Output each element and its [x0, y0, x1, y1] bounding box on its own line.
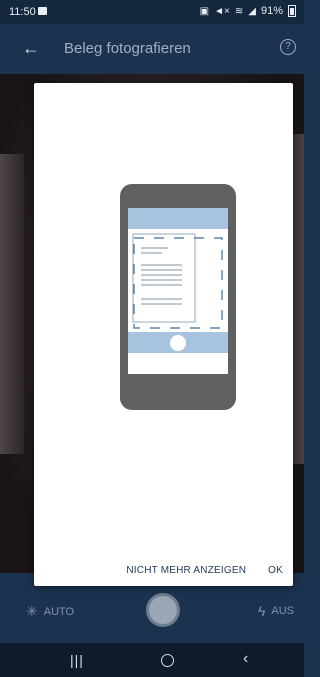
image-icon — [38, 7, 47, 15]
camera-preview-left — [0, 154, 24, 454]
dialog-actions: NICHT MEHR ANZEIGEN OK — [126, 565, 283, 576]
ok-button[interactable]: OK — [268, 565, 283, 576]
auto-capture-toggle[interactable]: ✳ AUTO — [26, 603, 74, 620]
mute-icon: ◄× — [214, 5, 230, 17]
wifi-icon: ≋ — [234, 5, 244, 17]
recent-apps-icon[interactable]: ||| — [70, 652, 84, 668]
flash-label: AUS — [271, 605, 294, 617]
help-icon[interactable]: ? — [280, 39, 296, 55]
tutorial-dialog: NICHT MEHR ANZEIGEN OK — [34, 83, 293, 586]
battery-saver-icon: ▣ — [199, 5, 210, 17]
status-time: 11:50 — [9, 6, 36, 18]
phone-document-scan-icon — [120, 184, 236, 410]
shutter-button[interactable] — [146, 593, 180, 627]
auto-label: AUTO — [43, 605, 75, 618]
flash-toggle[interactable]: ϟ AUS — [258, 603, 294, 619]
dont-show-again-button[interactable]: NICHT MEHR ANZEIGEN — [126, 565, 246, 576]
signal-icon: ◢ — [248, 5, 256, 17]
flash-off-icon: ϟ — [257, 603, 266, 619]
page-title: Beleg fotografieren — [64, 40, 191, 57]
back-icon[interactable]: ‹ — [243, 650, 248, 668]
status-icons: ▣ ◄× ≋ ◢ 91% — [200, 5, 296, 17]
battery-percent: 91% — [260, 5, 283, 17]
navigation-bar: ||| ‹ — [0, 643, 304, 677]
status-bar: 11:50 ▣ ◄× ≋ ◢ 91% — [0, 0, 304, 24]
arrow-left-icon[interactable]: ← — [22, 38, 40, 59]
auto-capture-icon: ✳ — [26, 603, 38, 619]
battery-icon — [288, 5, 296, 17]
home-icon[interactable] — [161, 654, 174, 667]
app-bar: ← Beleg fotografieren ? — [0, 24, 304, 74]
